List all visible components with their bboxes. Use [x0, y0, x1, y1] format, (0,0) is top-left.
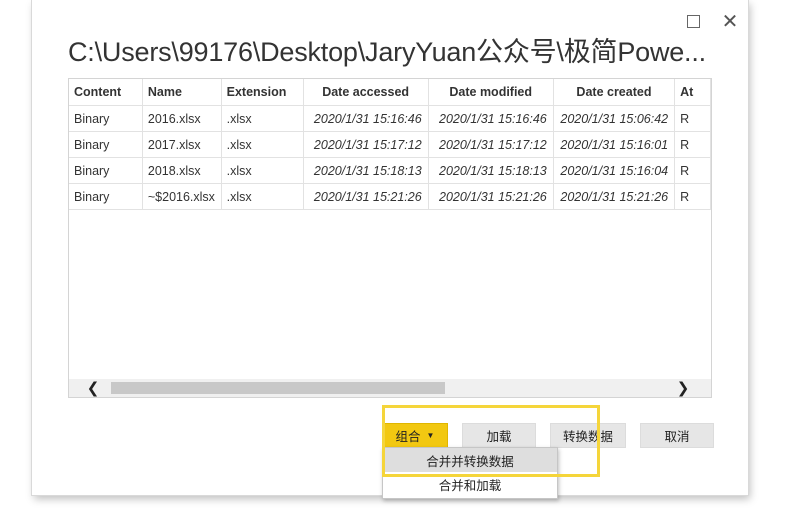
cell-attributes: R	[674, 157, 711, 184]
dialog-title: C:\Users\99176\Desktop\JaryYuan公众号\极简Pow…	[68, 37, 706, 67]
caret-down-icon: ▼	[426, 431, 435, 440]
cell-attributes: R	[674, 131, 711, 158]
cell-date-created: 2020/1/31 15:06:42	[553, 105, 676, 132]
cell-name: 2018.xlsx	[142, 157, 222, 184]
cell-attributes: R	[674, 105, 711, 132]
cell-date-modified: 2020/1/31 15:18:13	[428, 157, 554, 184]
files-table: Content Name Extension Date accessed Dat…	[69, 79, 711, 210]
cell-name: 2017.xlsx	[142, 131, 222, 158]
table-row[interactable]: Binary 2018.xlsx .xlsx 2020/1/31 15:18:1…	[69, 157, 711, 184]
file-preview-table: Content Name Extension Date accessed Dat…	[68, 78, 712, 398]
combine-button-label: 组合	[395, 430, 421, 444]
cell-date-created: 2020/1/31 15:21:26	[553, 183, 676, 210]
table-header-row: Content Name Extension Date accessed Dat…	[69, 79, 711, 106]
cell-extension: .xlsx	[221, 183, 304, 210]
table-row[interactable]: Binary ~$2016.xlsx .xlsx 2020/1/31 15:21…	[69, 183, 711, 210]
cell-extension: .xlsx	[221, 157, 304, 184]
scroll-left-icon[interactable]: ❮	[83, 379, 103, 397]
cell-content: Binary	[69, 183, 143, 210]
column-header-name[interactable]: Name	[142, 79, 222, 106]
scroll-right-icon[interactable]: ❯	[673, 379, 693, 397]
cell-date-created: 2020/1/31 15:16:01	[553, 131, 676, 158]
combine-dropdown-menu: 合并并转换数据 合并和加载	[382, 447, 558, 499]
maximize-icon	[686, 14, 700, 28]
maximize-button[interactable]	[682, 10, 704, 32]
cell-attributes: R	[674, 183, 711, 210]
horizontal-scrollbar[interactable]: ❮ ❯	[69, 379, 711, 397]
cell-content: Binary	[69, 157, 143, 184]
column-header-content[interactable]: Content	[69, 79, 143, 106]
table-row[interactable]: Binary 2017.xlsx .xlsx 2020/1/31 15:17:1…	[69, 131, 711, 158]
cell-date-modified: 2020/1/31 15:21:26	[428, 183, 554, 210]
close-icon: ✕	[721, 10, 739, 33]
cell-date-modified: 2020/1/31 15:17:12	[428, 131, 554, 158]
cell-name: 2016.xlsx	[142, 105, 222, 132]
cell-date-accessed: 2020/1/31 15:18:13	[303, 157, 429, 184]
cell-content: Binary	[69, 105, 143, 132]
cell-date-accessed: 2020/1/31 15:21:26	[303, 183, 429, 210]
column-header-attributes[interactable]: At	[674, 79, 711, 106]
cell-date-created: 2020/1/31 15:16:04	[553, 157, 676, 184]
menu-item-combine-load[interactable]: 合并和加载	[383, 472, 557, 496]
column-header-date-modified[interactable]: Date modified	[428, 79, 554, 106]
column-header-date-created[interactable]: Date created	[553, 79, 676, 106]
combine-files-dialog: ✕ C:\Users\99176\Desktop\JaryYuan公众号\极简P…	[32, 0, 748, 499]
table-row[interactable]: Binary 2016.xlsx .xlsx 2020/1/31 15:16:4…	[69, 105, 711, 132]
cell-extension: .xlsx	[221, 105, 304, 132]
cell-date-accessed: 2020/1/31 15:17:12	[303, 131, 429, 158]
menu-item-combine-transform[interactable]: 合并并转换数据	[383, 448, 557, 472]
column-header-extension[interactable]: Extension	[221, 79, 304, 106]
cell-name: ~$2016.xlsx	[142, 183, 222, 210]
cell-extension: .xlsx	[221, 131, 304, 158]
transform-data-button[interactable]: 转换数据	[550, 423, 626, 448]
close-button[interactable]: ✕	[719, 10, 741, 33]
scrollbar-thumb[interactable]	[111, 382, 445, 394]
cell-content: Binary	[69, 131, 143, 158]
load-button[interactable]: 加载	[462, 423, 536, 448]
cell-date-accessed: 2020/1/31 15:16:46	[303, 105, 429, 132]
cancel-button[interactable]: 取消	[640, 423, 714, 448]
combine-button[interactable]: 组合 ▼	[382, 423, 448, 448]
column-header-date-accessed[interactable]: Date accessed	[303, 79, 429, 106]
cell-date-modified: 2020/1/31 15:16:46	[428, 105, 554, 132]
